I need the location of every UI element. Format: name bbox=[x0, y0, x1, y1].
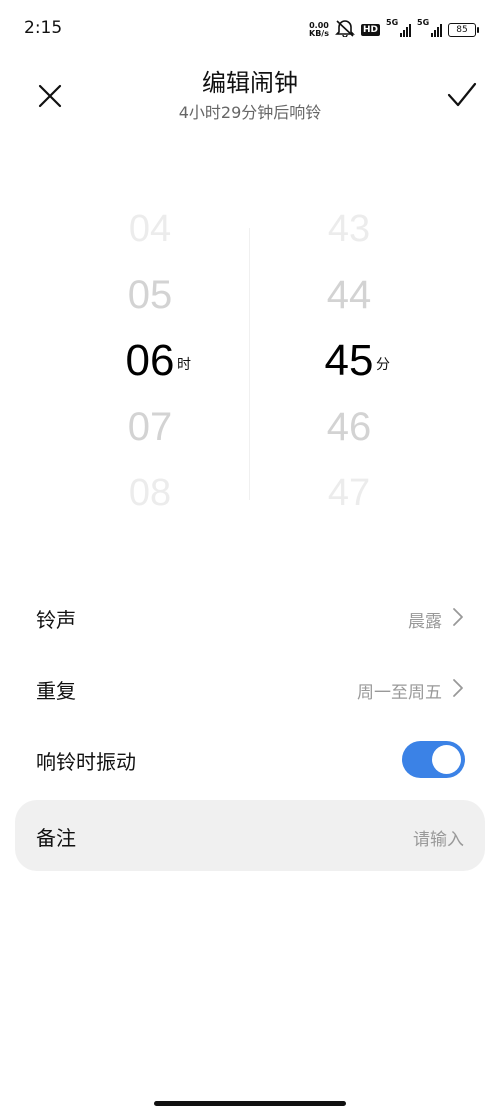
hour-unit: 时 bbox=[177, 357, 191, 373]
ringtone-row[interactable]: 铃声 晨露 bbox=[0, 590, 500, 644]
minute-option[interactable]: 44 bbox=[304, 273, 394, 318]
note-placeholder[interactable]: 请输入 bbox=[413, 825, 464, 850]
chevron-right-icon bbox=[452, 678, 464, 698]
hd-icon: HD bbox=[360, 24, 380, 36]
minute-option[interactable]: 46 bbox=[304, 405, 394, 450]
status-icons: 0.00 KB/s HD 5G 5G 85 bbox=[309, 18, 479, 42]
repeat-label: 重复 bbox=[36, 679, 76, 703]
hour-option[interactable]: 05 bbox=[105, 273, 195, 318]
status-time: 2:15 bbox=[24, 18, 63, 38]
picker-divider bbox=[249, 228, 250, 500]
minute-unit: 分 bbox=[376, 357, 390, 373]
confirm-button[interactable] bbox=[440, 75, 484, 119]
repeat-row[interactable]: 重复 周一至周五 bbox=[0, 661, 500, 715]
chevron-right-icon bbox=[452, 607, 464, 627]
ringtone-label: 铃声 bbox=[36, 608, 76, 632]
ringtone-value: 晨露 bbox=[408, 612, 442, 632]
signal-icon: 5G bbox=[386, 18, 411, 37]
alarm-muted-icon bbox=[335, 19, 355, 41]
hour-option[interactable]: 07 bbox=[105, 405, 195, 450]
note-field[interactable]: 备注 请输入 bbox=[15, 800, 485, 871]
minute-option[interactable]: 43 bbox=[304, 208, 394, 251]
vibrate-label: 响铃时振动 bbox=[36, 750, 136, 774]
repeat-value: 周一至周五 bbox=[357, 683, 442, 703]
hour-option[interactable]: 08 bbox=[105, 472, 195, 515]
note-label: 备注 bbox=[36, 826, 76, 850]
minute-option[interactable]: 47 bbox=[304, 472, 394, 515]
signal-icon-2: 5G bbox=[417, 18, 442, 37]
hour-picker[interactable]: 04 05 06 时 07 08 bbox=[100, 200, 210, 520]
minute-picker[interactable]: 43 44 45 分 46 47 bbox=[298, 200, 408, 520]
page-title: 编辑闹钟 bbox=[202, 69, 298, 97]
page-subtitle: 4小时29分钟后响铃 bbox=[178, 103, 322, 122]
signal-label: 5G bbox=[386, 18, 399, 27]
battery-icon: 85 bbox=[448, 23, 479, 37]
home-indicator[interactable] bbox=[154, 1101, 346, 1106]
signal-label-2: 5G bbox=[417, 18, 430, 27]
net-speed-unit: KB/s bbox=[309, 29, 329, 38]
net-speed: 0.00 KB/s bbox=[309, 22, 329, 38]
vibrate-toggle[interactable] bbox=[402, 741, 465, 778]
check-icon bbox=[446, 81, 478, 113]
toggle-knob bbox=[432, 745, 461, 774]
hour-option[interactable]: 04 bbox=[105, 208, 195, 251]
